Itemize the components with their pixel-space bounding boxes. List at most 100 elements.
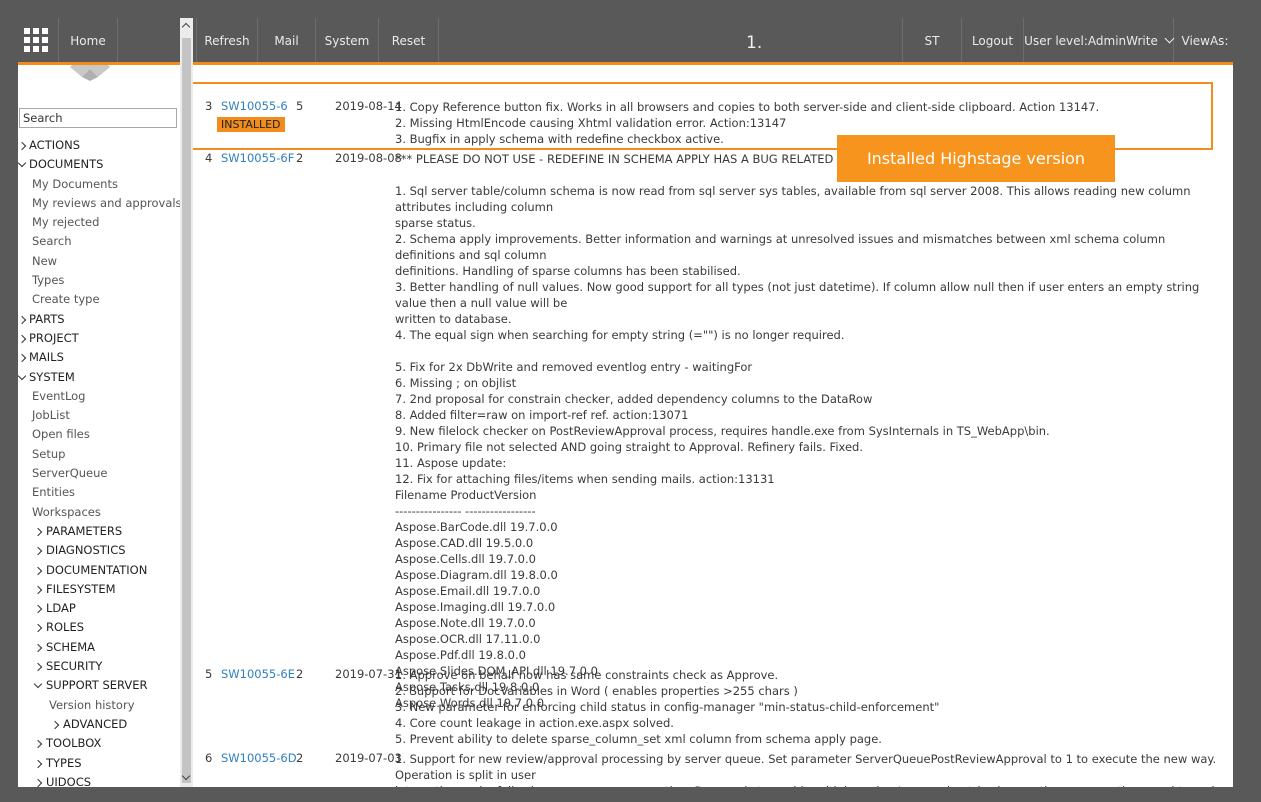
mail-button[interactable]: Mail (258, 18, 316, 64)
sidebar-item-joblist[interactable]: JobList (18, 406, 180, 425)
chevron-right-icon[interactable] (33, 585, 43, 595)
st-button[interactable]: ST (902, 18, 962, 64)
sidebar-item-label: DOCUMENTATION (46, 562, 148, 577)
apps-grid-icon[interactable] (24, 28, 48, 52)
system-button[interactable]: System (316, 18, 379, 64)
sidebar-item-types[interactable]: Types (18, 271, 180, 290)
chevron-right-icon[interactable] (18, 354, 27, 363)
chevron-down-icon[interactable] (18, 159, 27, 168)
sidebar-item-label: SCHEMA (46, 639, 96, 654)
sidebar-item-setup[interactable]: Setup (18, 445, 180, 464)
sidebar-item-actions[interactable]: ACTIONS (18, 136, 180, 155)
chevron-right-icon[interactable] (33, 566, 43, 575)
chevron-down-icon[interactable] (18, 371, 27, 380)
sidebar-item-label: New (32, 253, 58, 268)
logout-button[interactable]: Logout (962, 18, 1024, 64)
description-line: 9. New filelock checker on PostReviewApp… (395, 424, 1050, 438)
version-link[interactable]: SW10055-6D (221, 751, 297, 765)
sidebar-item-label: TOOLBOX (46, 736, 102, 751)
sidebar-item-documents[interactable]: DOCUMENTS (18, 155, 180, 174)
sidebar-item-advanced[interactable]: ADVANCED (18, 715, 180, 734)
sidebar-item-security[interactable]: SECURITY (18, 657, 180, 676)
sidebar-item-diagnostics[interactable]: DIAGNOSTICS (18, 541, 180, 560)
home-button[interactable]: Home (58, 18, 118, 64)
sidebar-item-system[interactable]: SYSTEM (18, 368, 180, 387)
version-link[interactable]: SW10055-6F (221, 151, 294, 165)
sidebar-scrollbar[interactable] (180, 18, 193, 787)
sidebar-item-documentation[interactable]: DOCUMENTATION (18, 561, 180, 580)
sidebar-item-uidocs[interactable]: UIDOCS (18, 773, 180, 787)
sidebar-item-label: UIDOCS (46, 774, 92, 787)
sidebar-item-my-reviews-and-approvals[interactable]: My reviews and approvals (18, 194, 180, 213)
description-line: 8. Added filter=raw on import-ref ref. a… (395, 408, 689, 422)
chevron-right-icon[interactable] (33, 643, 43, 652)
sidebar-item-parameters[interactable]: PARAMETERS (18, 522, 180, 541)
sidebar-item-workspaces[interactable]: Workspaces (18, 503, 180, 522)
sidebar-item-ldap[interactable]: LDAP (18, 599, 180, 618)
version-history-panel: 3 SW10055-6 5 2019-08-14 INSTALLED 1. Copy Re… (193, 65, 1233, 787)
sidebar-item-new[interactable]: New (18, 252, 180, 271)
description-line: Filename ProductVersion (395, 488, 537, 502)
refresh-button[interactable]: Refresh (196, 18, 258, 64)
sidebar-item-schema[interactable]: SCHEMA (18, 638, 180, 657)
description-line: Aspose.Email.dll 19.7.0.0 (395, 584, 541, 598)
views-as-button[interactable]: ViewAs: (1174, 18, 1236, 64)
chevron-right-icon[interactable] (33, 624, 43, 633)
description-line: 3. Better handling of null values. Now g… (395, 280, 1200, 310)
search-input[interactable] (19, 108, 177, 128)
version-link[interactable]: SW10055-6E (221, 667, 295, 681)
sidebar-item-toolbox[interactable]: TOOLBOX (18, 734, 180, 753)
chevron-right-icon[interactable] (18, 141, 27, 151)
sidebar-item-label: My Documents (32, 176, 118, 191)
nav-tree: ACTIONS DOCUMENTS My Documents My reviews a… (18, 136, 180, 787)
sidebar-item-eventlog[interactable]: EventLog (18, 387, 180, 406)
description-line: Aspose.OCR.dll 17.11.0.0 (395, 632, 541, 646)
sidebar-item-serverqueue[interactable]: ServerQueue (18, 464, 180, 483)
chevron-right-icon[interactable] (50, 720, 60, 730)
description-line: 1. Approve on behalf now has same constr… (395, 668, 779, 682)
sidebar-item-label: PROJECT (29, 330, 79, 345)
sidebar-item-my-documents[interactable]: My Documents (18, 175, 180, 194)
sidebar-item-label: PARAMETERS (46, 523, 123, 538)
description-line: 2. Support for DocVariables in Word ( en… (395, 684, 798, 698)
chevron-right-icon[interactable] (33, 546, 43, 556)
scroll-up-icon[interactable] (181, 22, 191, 32)
description-line: Aspose.Note.dll 19.7.0.0 (395, 616, 536, 630)
chevron-right-icon[interactable] (33, 662, 43, 672)
chevron-right-icon[interactable] (33, 759, 43, 768)
sidebar-item-search[interactable]: Search (18, 232, 180, 251)
sidebar-item-label: Workspaces (32, 504, 101, 519)
user-level-dropdown[interactable]: User level:AdminWrite (1024, 18, 1175, 64)
chevron-right-icon[interactable] (33, 604, 43, 614)
sidebar-item-project[interactable]: PROJECT (18, 329, 180, 348)
description-line (395, 343, 1225, 359)
sidebar-item-version-history[interactable]: Version history (18, 696, 180, 715)
chevron-right-icon[interactable] (33, 778, 43, 787)
sidebar-item-open-files[interactable]: Open files (18, 425, 180, 444)
sidebar-item-types[interactable]: TYPES (18, 754, 180, 773)
reset-button[interactable]: Reset (379, 18, 439, 64)
sidebar-item-create-type[interactable]: Create type (18, 290, 180, 309)
chevron-right-icon[interactable] (18, 315, 27, 324)
sidebar-item-parts[interactable]: PARTS (18, 310, 180, 329)
description-line: ---------------- ----------------- (395, 504, 536, 518)
sidebar-item-mails[interactable]: MAILS (18, 348, 180, 367)
description-line: 11. Aspose update: (395, 456, 507, 470)
description-line: 6. Missing ; on objlist (395, 376, 517, 390)
chevron-right-icon[interactable] (18, 334, 27, 344)
description-line: Aspose.Pdf.dll 19.8.0.0 (395, 648, 526, 662)
description-line: 5. Prevent ability to delete sparse_colu… (395, 732, 882, 746)
sidebar-item-roles[interactable]: ROLES (18, 618, 180, 637)
chevron-right-icon[interactable] (33, 527, 43, 537)
chevron-right-icon[interactable] (33, 739, 43, 749)
sidebar-item-label: Setup (32, 446, 66, 461)
sidebar-item-label: Version history (49, 697, 135, 712)
sidebar-item-entities[interactable]: Entities (18, 483, 180, 502)
sidebar-item-my-rejected[interactable]: My rejected (18, 213, 180, 232)
scroll-thumb[interactable] (182, 38, 191, 783)
sidebar-item-support-server[interactable]: SUPPORT SERVER (18, 676, 180, 695)
description-line: Aspose.Diagram.dll 19.8.0.0 (395, 568, 558, 582)
chevron-down-icon[interactable] (33, 680, 43, 689)
sidebar-item-label: ROLES (46, 620, 85, 635)
sidebar-item-filesystem[interactable]: FILESYSTEM (18, 580, 180, 599)
